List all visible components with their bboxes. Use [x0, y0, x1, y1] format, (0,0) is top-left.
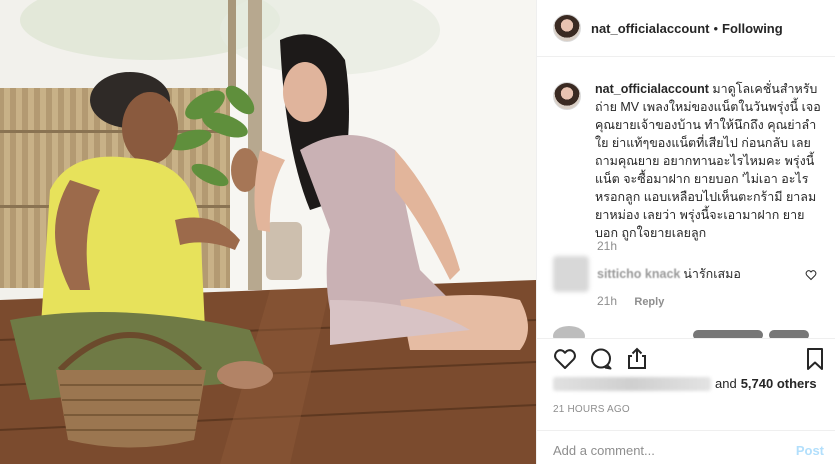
caption: nat_officialaccount มาดูโลเคชั่นสำหรับถ่… — [553, 80, 823, 242]
partial-comment — [553, 324, 823, 338]
separator-dot: • — [713, 20, 719, 36]
commenter-username[interactable]: sitticho knack — [597, 267, 680, 281]
photo-illustration — [0, 0, 536, 464]
likes-count[interactable]: 5,740 others — [741, 376, 817, 391]
partial-text-b — [769, 330, 809, 338]
following-button[interactable]: Following — [722, 21, 783, 36]
comment-meta: 21h Reply — [597, 294, 664, 308]
comments-section[interactable]: nat_officialaccount มาดูโลเคชั่นสำหรับถ่… — [537, 58, 835, 338]
caption-avatar[interactable] — [553, 82, 581, 110]
comment-input[interactable]: Add a comment... — [553, 443, 655, 458]
partial-avatar — [553, 326, 585, 338]
caption-username[interactable]: nat_officialaccount — [595, 82, 709, 96]
comment-like-icon[interactable] — [805, 268, 817, 286]
liked-by-users[interactable] — [553, 376, 711, 391]
comment-text: น่ารักเสมอ — [683, 267, 741, 281]
caption-time[interactable]: 21h — [597, 239, 617, 253]
instagram-post: nat_officialaccount • Following nat_offi… — [0, 0, 835, 464]
caption-text: มาดูโลเคชั่นสำหรับถ่าย MV เพลงใหม่ของแน็… — [595, 82, 821, 240]
heart-icon[interactable] — [553, 347, 577, 371]
comment-icon[interactable] — [589, 347, 613, 371]
action-bar — [537, 338, 835, 376]
reply-button[interactable]: Reply — [634, 296, 664, 308]
comment-time[interactable]: 21h — [597, 294, 617, 308]
share-icon[interactable] — [625, 347, 649, 371]
post-header: nat_officialaccount • Following — [537, 0, 835, 57]
post-photo[interactable] — [0, 0, 536, 464]
header-username[interactable]: nat_officialaccount — [591, 21, 709, 36]
likes-summary[interactable]: and 5,740 others — [553, 376, 817, 391]
post-sidebar: nat_officialaccount • Following nat_offi… — [536, 0, 835, 464]
commenter-avatar[interactable] — [553, 256, 589, 292]
post-comment-button[interactable]: Post — [796, 443, 824, 458]
partial-text-a — [693, 330, 763, 338]
add-comment-bar: Add a comment... Post — [537, 430, 835, 464]
caption-text-block: nat_officialaccount มาดูโลเคชั่นสำหรับถ่… — [595, 80, 823, 242]
avatar[interactable] — [553, 14, 581, 42]
comment-item: sitticho knack น่ารักเสมอ — [553, 254, 823, 294]
likes-and: and — [715, 376, 737, 391]
post-age[interactable]: 21 HOURS AGO — [553, 404, 630, 415]
bookmark-icon[interactable] — [803, 347, 827, 371]
